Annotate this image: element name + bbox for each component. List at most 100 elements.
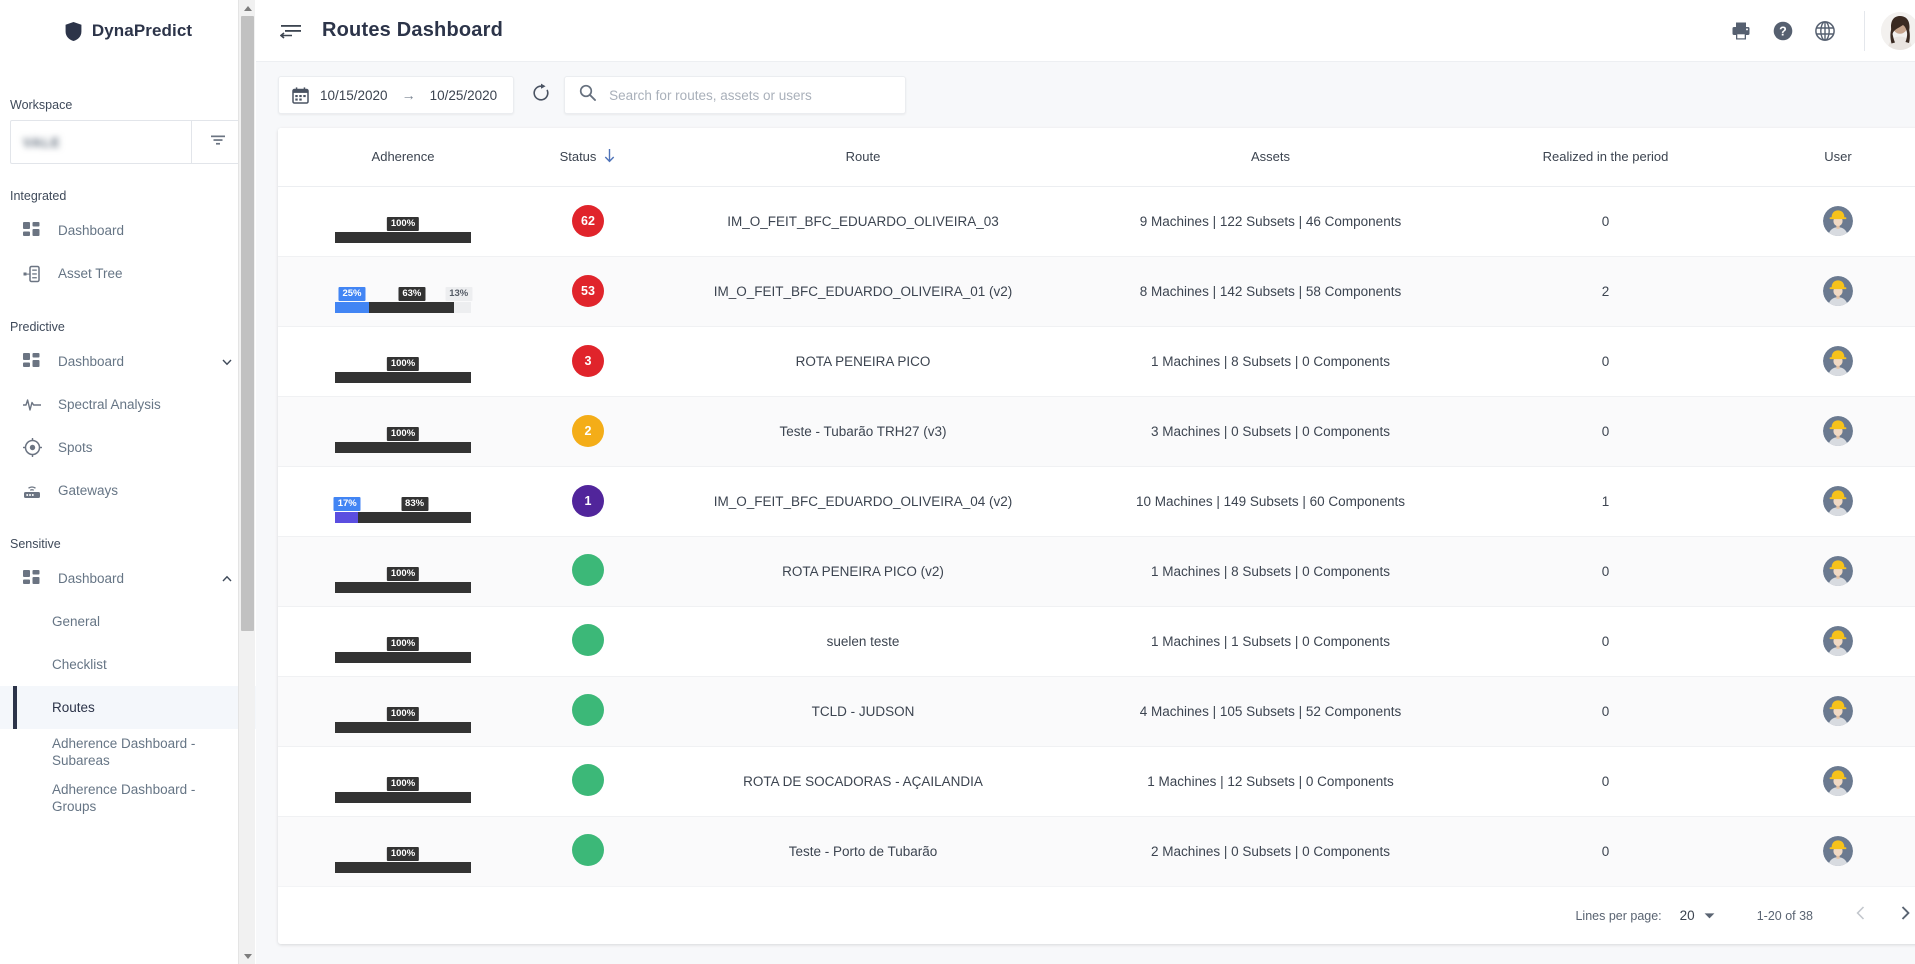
cell-assets: 2 Machines | 0 Subsets | 0 Components — [1078, 816, 1463, 886]
previous-page-button[interactable] — [1839, 894, 1883, 938]
table-row[interactable]: 100% 62 IM_O_FEIT_BFC_EDUARDO_OLIVEIRA_03 9… — [278, 186, 1915, 257]
adherence-bar-track — [335, 792, 471, 803]
help-icon[interactable]: ? — [1762, 10, 1804, 52]
adherence-segment-label: 100% — [386, 427, 420, 441]
print-icon[interactable] — [1720, 10, 1762, 52]
table-row[interactable]: 100% TCLD - JUDSON 4 Machines | 105 Subset… — [278, 676, 1915, 747]
date-end[interactable]: 10/25/2020 — [430, 88, 498, 103]
avatar[interactable] — [1823, 626, 1853, 656]
sidebar-item-adherence-dashboard-groups[interactable]: Adherence Dashboard - Groups — [0, 775, 256, 821]
table-row[interactable]: 100% suelen teste 1 Machines | 1 Subsets |… — [278, 606, 1915, 677]
col-header-route[interactable]: Route — [648, 128, 1078, 187]
search-box[interactable] — [564, 76, 907, 114]
cell-route: IM_O_FEIT_BFC_EDUARDO_OLIVEIRA_04 (v2) — [648, 466, 1078, 537]
status-badge[interactable]: 62 — [572, 205, 604, 237]
workspace-selector[interactable]: VALE — [10, 120, 244, 164]
adherence-bar: 100% — [335, 619, 471, 663]
sidebar-item-routes[interactable]: Routes — [0, 686, 256, 729]
shield-icon — [64, 21, 83, 42]
col-header-assets[interactable]: Assets — [1078, 128, 1463, 187]
adherence-bar: 25% 63% 13% — [335, 269, 473, 313]
next-page-button[interactable] — [1883, 894, 1915, 938]
table-row[interactable]: 100% Teste - Porto de Tubarão 2 Machines |… — [278, 816, 1915, 886]
svg-text:?: ? — [1779, 24, 1787, 38]
sidebar-item-gateways[interactable]: Gateways — [0, 469, 256, 512]
scroll-up-arrow-icon[interactable] — [239, 0, 256, 16]
user-menu[interactable] — [1881, 11, 1915, 50]
worker-avatar-icon — [1823, 556, 1853, 586]
status-badge[interactable] — [572, 763, 604, 796]
lines-per-page-select[interactable]: 20 — [1680, 907, 1715, 925]
status-badge[interactable]: 1 — [572, 485, 604, 517]
table-row[interactable]: 100% ROTA DE SOCADORAS - AÇAILANDIA 1 Mach… — [278, 746, 1915, 817]
status-badge[interactable] — [572, 553, 604, 586]
avatar[interactable] — [1823, 766, 1853, 796]
col-header-realized[interactable]: Realized in the period — [1463, 128, 1748, 187]
table-header-row: Adherence Status Route Assets Realized i… — [278, 128, 1915, 187]
date-start[interactable]: 10/15/2020 — [320, 88, 388, 103]
adherence-segment — [368, 302, 454, 313]
cell-route: TCLD - JUDSON — [648, 676, 1078, 747]
date-range-picker[interactable]: 10/15/2020 → 10/25/2020 — [278, 76, 515, 114]
status-badge[interactable] — [572, 693, 604, 726]
adherence-segment-label: 63% — [398, 287, 426, 301]
status-badge[interactable]: 53 — [572, 275, 604, 307]
cell-assets: 8 Machines | 142 Subsets | 58 Components — [1078, 256, 1463, 327]
adherence-bar: 17% 83% — [333, 479, 471, 523]
col-header-user[interactable]: User — [1748, 128, 1915, 187]
sidebar-item-adherence-dashboard-subareas[interactable]: Adherence Dashboard - Subareas — [0, 729, 256, 775]
adherence-bar-track — [335, 722, 471, 733]
col-header-adherence[interactable]: Adherence — [278, 128, 528, 187]
avatar[interactable] — [1823, 276, 1853, 306]
sidebar-item-checklist[interactable]: Checklist — [0, 643, 256, 686]
status-badge[interactable] — [572, 833, 604, 866]
sidebar-item-spots[interactable]: Spots — [0, 426, 256, 469]
adherence-bar-track — [335, 512, 471, 523]
sidebar-item-asset-tree[interactable]: Asset Tree — [0, 252, 256, 295]
sidebar-item-general[interactable]: General — [0, 600, 256, 643]
refresh-button[interactable] — [520, 74, 562, 116]
avatar[interactable] — [1823, 416, 1853, 446]
cell-realized: 2 — [1463, 256, 1748, 327]
table-row[interactable]: 17% 83% 1 IM_O_FEIT_BFC_EDUARDO_OLIVEIRA_04… — [278, 466, 1915, 537]
table-row[interactable]: 100% ROTA PENEIRA PICO (v2) 1 Machines | 8… — [278, 536, 1915, 607]
sidebar-item-sensitive-dashboard[interactable]: Dashboard — [0, 557, 256, 600]
avatar[interactable] — [1823, 836, 1853, 866]
cell-user — [1748, 746, 1915, 817]
chevron-up-icon[interactable] — [220, 557, 234, 600]
language-icon[interactable] — [1804, 10, 1846, 52]
status-badge[interactable]: 2 — [572, 415, 604, 447]
filter-icon — [209, 131, 227, 154]
sidebar-item-integrated-dashboard[interactable]: Dashboard — [0, 209, 256, 252]
status-badge[interactable]: 3 — [572, 345, 604, 377]
avatar[interactable] — [1823, 206, 1853, 236]
cell-assets: 3 Machines | 0 Subsets | 0 Components — [1078, 396, 1463, 467]
workspace-filter-button[interactable] — [191, 121, 243, 163]
workspace-value: VALE — [23, 134, 61, 150]
sidebar-item-predictive-dashboard[interactable]: Dashboard — [0, 340, 256, 383]
sort-descending-arrow-icon[interactable] — [603, 148, 616, 166]
col-header-status[interactable]: Status — [528, 128, 648, 187]
sidebar-scrollbar-thumb[interactable] — [241, 16, 254, 631]
sidebar-scrollbar[interactable] — [238, 0, 255, 964]
adherence-labels: 17% 83% — [333, 497, 471, 512]
table-row[interactable]: 100% 2 Teste - Tubarão TRH27 (v3) 3 Machine… — [278, 396, 1915, 467]
avatar[interactable] — [1823, 486, 1853, 516]
avatar[interactable] — [1823, 346, 1853, 376]
hamburger-collapse-icon[interactable] — [278, 18, 304, 44]
scroll-down-arrow-icon[interactable] — [239, 948, 256, 964]
adherence-segment — [335, 792, 471, 803]
table-row[interactable]: 100% 3 ROTA PENEIRA PICO 1 Machines | 8 Sub… — [278, 326, 1915, 397]
adherence-segment-label: 100% — [386, 847, 420, 861]
cell-status: 3 — [528, 326, 648, 397]
table-row[interactable]: 25% 63% 13% 53 IM_O_FEIT_BFC_EDUARDO_OLIVEIR… — [278, 256, 1915, 327]
avatar[interactable] — [1823, 696, 1853, 726]
chevron-down-icon[interactable] — [220, 340, 234, 383]
cell-route: suelen teste — [648, 606, 1078, 677]
status-badge[interactable] — [572, 623, 604, 656]
brand-logo[interactable]: DynaPredict — [0, 0, 256, 62]
search-input[interactable] — [609, 87, 892, 103]
sidebar-item-spectral-analysis[interactable]: Spectral Analysis — [0, 383, 256, 426]
adherence-segment — [335, 372, 471, 383]
avatar[interactable] — [1823, 556, 1853, 586]
